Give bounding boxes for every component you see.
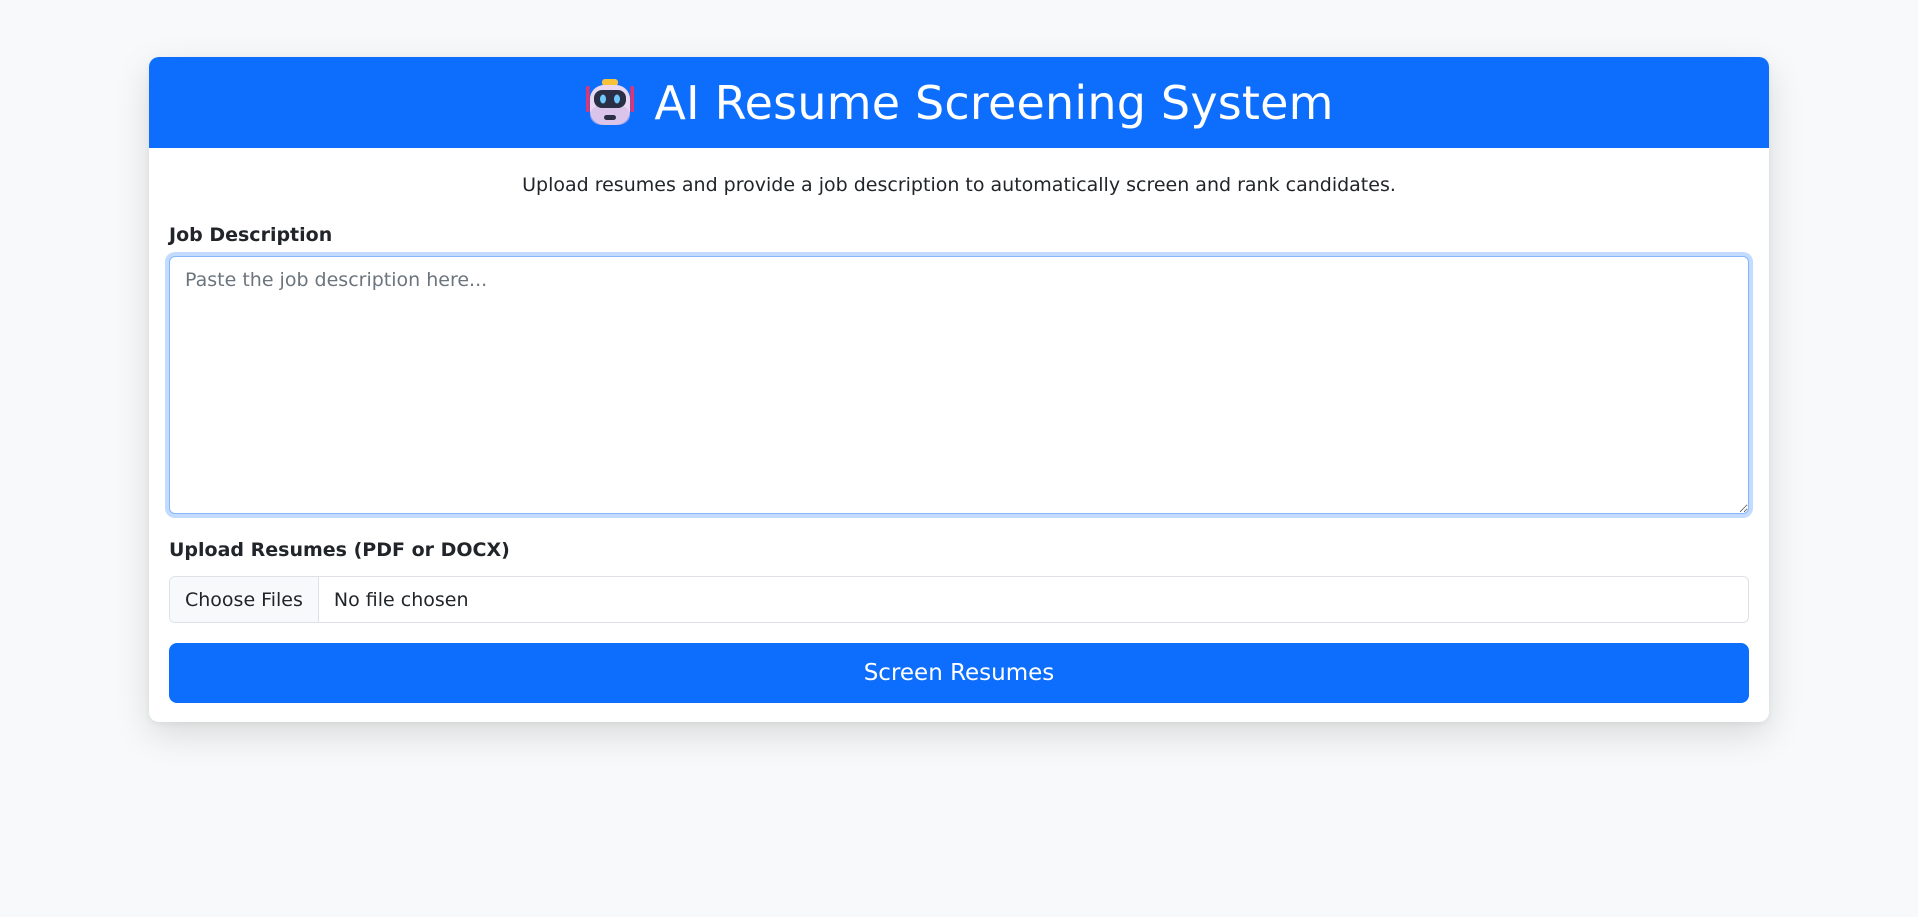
- card-header: AI Resume Screening System: [149, 57, 1769, 148]
- job-description-input[interactable]: [169, 256, 1749, 514]
- choose-files-button[interactable]: Choose Files: [170, 577, 319, 622]
- card-body: Upload resumes and provide a job descrip…: [149, 174, 1769, 703]
- robot-face-icon: [586, 78, 635, 125]
- job-description-label: Job Description: [169, 224, 333, 246]
- resume-file-input[interactable]: Choose Files No file chosen: [169, 576, 1749, 623]
- upload-resumes-label: Upload Resumes (PDF or DOCX): [169, 539, 510, 561]
- intro-text: Upload resumes and provide a job descrip…: [522, 174, 1396, 196]
- file-status-text: No file chosen: [333, 588, 469, 611]
- screening-card: AI Resume Screening System Upload resume…: [149, 57, 1769, 722]
- page-title: AI Resume Screening System: [654, 75, 1334, 130]
- screen-resumes-button[interactable]: Screen Resumes: [169, 643, 1749, 703]
